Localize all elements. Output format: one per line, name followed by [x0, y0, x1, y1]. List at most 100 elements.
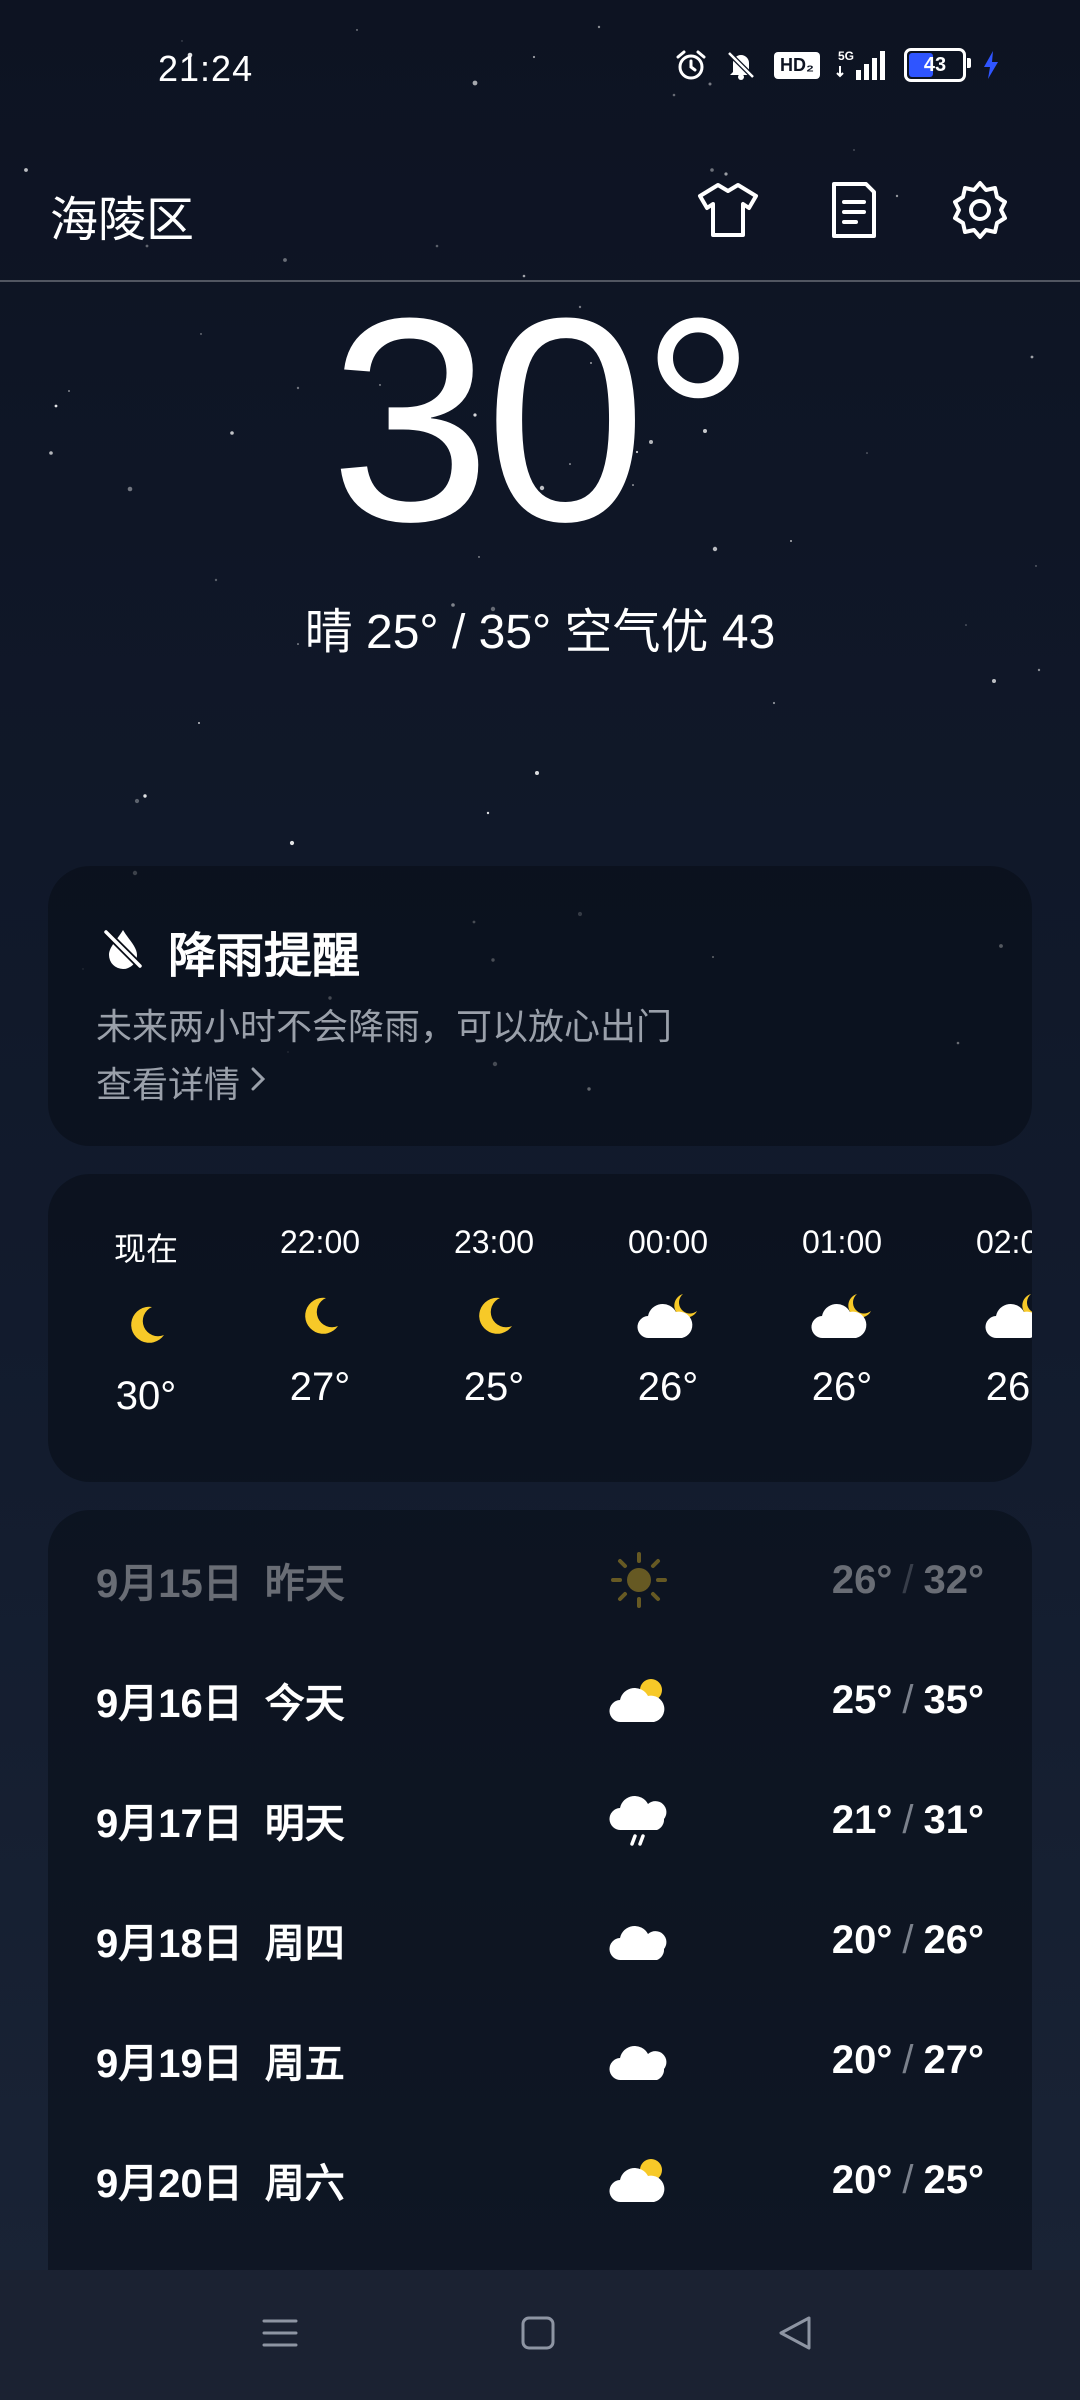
day-low-temp: 20° — [831, 2037, 893, 2082]
hourly-forecast-card[interactable]: 现在 30° 22:00 27° 23:00 25° 00:00 26° 01:00 26° 02:… — [48, 1174, 1032, 1482]
svg-text:5G: 5G — [838, 49, 854, 63]
nav-menu-button[interactable] — [245, 2300, 315, 2370]
hourly-item: 01:00 26° — [772, 1224, 912, 1410]
day-date: 9月17日 — [96, 1802, 243, 1846]
day-temperature-range: 26°/32° — [832, 1558, 984, 1603]
day-temperature-range: 20°/26° — [832, 1918, 984, 1963]
outfit-button[interactable] — [688, 172, 768, 252]
temp-separator: / — [902, 1557, 914, 1602]
settings-button[interactable] — [940, 172, 1020, 252]
degree-symbol: ° — [640, 258, 756, 582]
cloudy-night-icon — [772, 1281, 912, 1351]
day-low-temp: 20° — [831, 1917, 893, 1962]
day-temperature-range: 21°/31° — [832, 1798, 984, 1843]
temp-separator: / — [902, 2037, 914, 2082]
nav-home-button[interactable] — [503, 2300, 573, 2370]
5g-signal-icon: 5G — [836, 48, 888, 82]
status-bar: 21:24 HD₂ 5G 43 — [0, 0, 1080, 140]
day-date: 9月15日 — [96, 1562, 243, 1606]
daily-row[interactable]: 9月16日 今天 25°/35° — [96, 1660, 984, 1740]
charging-bolt-icon — [982, 50, 1000, 80]
weather-summary: 晴 25° / 35° 空气优 43 — [304, 606, 776, 659]
hour-temperature: 26° — [637, 1365, 699, 1409]
day-name: 今天 — [264, 1682, 345, 1726]
outfit-icon — [697, 182, 759, 243]
document-icon — [828, 180, 880, 245]
hour-time: 00:00 — [627, 1224, 709, 1260]
day-label: 9月16日 今天 — [96, 1671, 516, 1729]
day-high-temp: 27° — [923, 2037, 985, 2082]
partly-cloudy-icon — [604, 1665, 674, 1735]
rain-alert-title: 降雨提醒 — [168, 930, 361, 983]
day-name: 周六 — [264, 2162, 345, 2206]
city-name[interactable]: 海陵区 — [50, 180, 194, 250]
day-temperature-range: 25°/35° — [832, 1678, 984, 1723]
document-button[interactable] — [814, 172, 894, 252]
hour-time: 02:00 — [975, 1224, 1032, 1260]
day-low-temp: 25° — [831, 1677, 893, 1722]
system-nav-bar — [0, 2270, 1080, 2400]
settings-icon — [949, 179, 1011, 246]
alarm-icon — [674, 48, 708, 82]
rain-alert-details-link[interactable]: 查看详情 — [96, 1056, 268, 1108]
current-temperature-value: 30 — [329, 258, 647, 582]
day-label: 9月18日 周四 — [96, 1911, 516, 1969]
daily-row[interactable]: 9月20日 周六 20°/25° — [96, 2140, 984, 2220]
hour-temperature: 26° — [985, 1365, 1032, 1409]
day-high-temp: 25° — [923, 2157, 985, 2202]
daily-row[interactable]: 9月19日 周五 20°/27° — [96, 2020, 984, 2100]
day-temperature-range: 20°/25° — [832, 2158, 984, 2203]
hd-icon: HD₂ — [774, 51, 820, 79]
temp-separator: / — [902, 2157, 914, 2202]
day-name: 明天 — [264, 1802, 345, 1846]
day-temperature-range: 20°/27° — [832, 2038, 984, 2083]
current-temperature: 30° — [0, 270, 1080, 570]
hourly-item: 22:00 27° — [250, 1224, 390, 1410]
menu-icon — [260, 2313, 300, 2358]
temp-separator: / — [902, 1917, 914, 1962]
rain-alert-card[interactable]: 降雨提醒 未来两小时不会降雨，可以放心出门 查看详情 — [48, 866, 1032, 1146]
partly-cloudy-icon — [604, 2145, 674, 2215]
day-name: 周五 — [264, 2042, 345, 2086]
cloud-icon — [604, 2025, 674, 2095]
hour-time: 23:00 — [453, 1224, 535, 1260]
moon-icon — [76, 1290, 216, 1360]
hourly-item: 23:00 25° — [424, 1224, 564, 1410]
sunny-icon — [604, 1545, 674, 1615]
hour-temperature: 26° — [811, 1365, 873, 1409]
day-name: 昨天 — [264, 1562, 345, 1606]
moon-icon — [250, 1281, 390, 1351]
nav-back-button[interactable] — [760, 2300, 830, 2370]
daily-row[interactable]: 9月17日 明天 21°/31° — [96, 1780, 984, 1860]
day-high-temp: 26° — [923, 1917, 985, 1962]
day-name: 周四 — [264, 1922, 345, 1966]
day-high-temp: 35° — [923, 1677, 985, 1722]
day-low-temp: 20° — [831, 2157, 893, 2202]
day-low-temp: 26° — [831, 1557, 893, 1602]
day-high-temp: 32° — [923, 1557, 985, 1602]
hour-time: 01:00 — [801, 1224, 883, 1260]
hour-temperature: 27° — [289, 1365, 351, 1409]
rain-alert-header: 降雨提醒 — [100, 916, 360, 986]
hourly-item: 02:00 26° — [946, 1224, 1032, 1410]
hourly-item: 现在 30° — [76, 1224, 216, 1419]
battery-indicator: 43 — [904, 48, 971, 82]
day-date: 9月16日 — [96, 1682, 243, 1726]
hour-time: 22:00 — [279, 1224, 361, 1260]
back-icon — [775, 2313, 815, 2358]
day-date: 9月19日 — [96, 2042, 243, 2086]
moon-icon — [424, 1281, 564, 1351]
day-date: 9月18日 — [96, 1922, 243, 1966]
hour-temperature: 30° — [115, 1374, 177, 1418]
home-icon — [518, 2313, 558, 2358]
daily-forecast-card[interactable]: 9月15日 昨天 26°/32° 9月16日 今天 25°/35° 9月17日 明天 21°/3… — [48, 1510, 1032, 2270]
battery-level: 43 — [923, 53, 947, 76]
hour-time: 现在 — [113, 1231, 178, 1267]
daily-row[interactable]: 9月15日 昨天 26°/32° — [96, 1540, 984, 1620]
status-icons: HD₂ 5G 43 — [674, 48, 1000, 82]
rain-icon — [604, 1785, 674, 1855]
temp-separator: / — [902, 1677, 914, 1722]
details-link-label: 查看详情 — [96, 1064, 241, 1105]
cloudy-night-icon — [946, 1281, 1032, 1351]
daily-row[interactable]: 9月18日 周四 20°/26° — [96, 1900, 984, 1980]
